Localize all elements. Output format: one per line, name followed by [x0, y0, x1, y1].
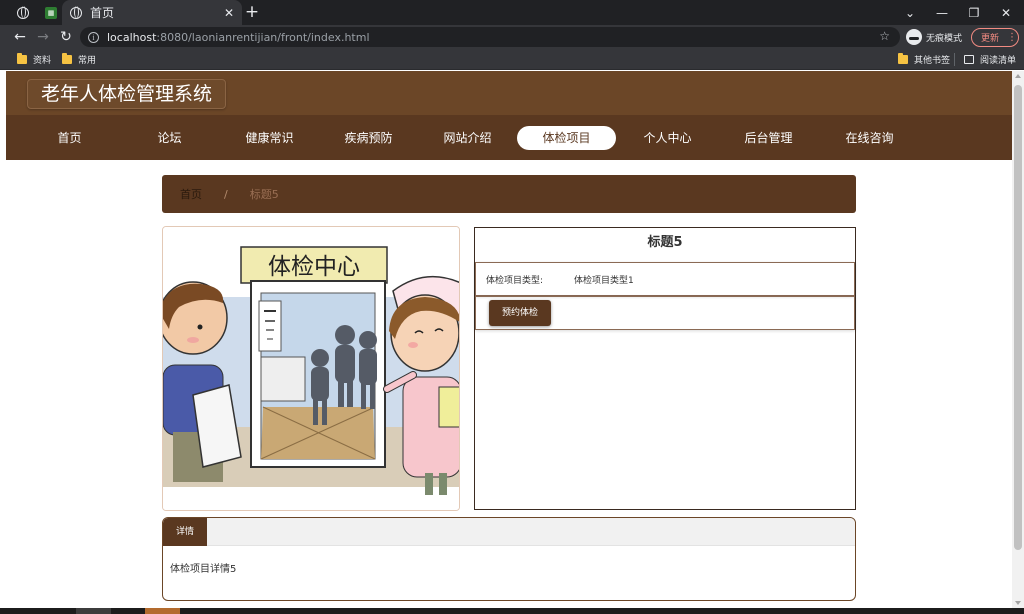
nav-item-forum[interactable]: 论坛	[120, 126, 219, 150]
incognito-icon	[906, 29, 922, 45]
site-title: 老年人体检管理系统	[27, 79, 227, 109]
bookmarks-bar: 资料 常用 其他书签 阅读清单	[0, 49, 1024, 70]
scrollbar-thumb[interactable]	[1014, 85, 1022, 550]
active-tab[interactable]: 首页 ✕	[62, 0, 242, 25]
breadcrumb-separator: /	[224, 187, 228, 201]
bookmark-folder-changyong[interactable]: 常用	[62, 49, 96, 70]
tab-title: 首页	[90, 6, 115, 20]
nav-item-health-knowledge[interactable]: 健康常识	[220, 126, 319, 150]
sign-text: 体检中心	[268, 254, 360, 280]
action-row: 预约体检	[475, 296, 855, 330]
scroll-up-arrow-icon[interactable]	[1015, 74, 1021, 78]
os-taskbar	[0, 608, 1024, 614]
incognito-indicator[interactable]: 无痕模式	[906, 28, 962, 46]
app-icon: ▦	[45, 6, 57, 19]
site-header: 老年人体检管理系统	[6, 71, 1012, 115]
nav-item-admin[interactable]: 后台管理	[719, 126, 818, 150]
forward-button[interactable]: →	[33, 25, 53, 49]
tab-search-chevron-icon[interactable]: ⌄	[894, 0, 926, 25]
other-bookmarks[interactable]: 其他书签	[898, 49, 950, 70]
bookmark-star-icon[interactable]: ☆	[879, 29, 890, 43]
nav-item-personal-center[interactable]: 个人中心	[618, 126, 717, 150]
breadcrumb-home[interactable]: 首页	[180, 186, 202, 202]
taskbar-item[interactable]	[76, 608, 111, 614]
info-icon[interactable]: i	[88, 31, 99, 43]
site-nav: 首页 论坛 健康常识 疾病预防 网站介绍 体检项目 个人中心 后台管理 在线咨询	[6, 115, 1012, 160]
tab-favicon-globe[interactable]	[8, 0, 38, 25]
browser-tab-bar: ▦ 首页 ✕ + ⌄ — ❐ ✕	[0, 0, 1024, 25]
reading-list[interactable]: 阅读清单	[964, 49, 1016, 70]
close-tab-icon[interactable]: ✕	[224, 6, 234, 20]
page-scrollbar[interactable]	[1012, 71, 1024, 608]
browser-toolbar: ← → ↻ i localhost:8080/laonianrentijian/…	[0, 25, 1024, 49]
page-viewport: 老年人体检管理系统 首页 论坛 健康常识 疾病预防 网站介绍 体检项目 个人中心…	[6, 71, 1012, 608]
book-exam-button[interactable]: 预约体检	[489, 300, 552, 326]
exam-type-value: 体检项目类型1	[574, 275, 634, 286]
bookmark-folder-ziliao[interactable]: 资料	[17, 49, 51, 70]
bookmark-separator	[954, 53, 955, 66]
minimize-button[interactable]: —	[926, 0, 958, 25]
nav-item-site-intro[interactable]: 网站介绍	[418, 126, 517, 150]
restore-button[interactable]: ❐	[958, 0, 990, 25]
exam-type-label: 体检项目类型:	[486, 275, 544, 286]
nav-item-exam-items[interactable]: 体检项目	[517, 126, 616, 150]
breadcrumb-current: 标题5	[249, 188, 279, 201]
breadcrumb: 首页 / 标题5	[162, 175, 856, 213]
exam-item-detail-panel: 标题5 体检项目类型: 体检项目类型1 预约体检	[474, 227, 856, 510]
folder-icon	[17, 53, 27, 64]
reading-list-icon	[964, 55, 974, 64]
exam-item-image: 体检中心	[162, 226, 460, 511]
close-window-button[interactable]: ✕	[990, 0, 1022, 25]
url-text[interactable]: localhost:8080/laonianrentijian/front/in…	[107, 31, 370, 44]
nav-item-home[interactable]: 首页	[20, 126, 119, 150]
back-button[interactable]: ←	[10, 25, 30, 49]
globe-icon	[17, 6, 29, 19]
address-bar[interactable]: i localhost:8080/laonianrentijian/front/…	[80, 27, 900, 47]
update-button[interactable]: 更新 ⋮	[971, 28, 1019, 47]
tab-details[interactable]: 详情	[163, 518, 208, 546]
nav-item-disease-prevention[interactable]: 疾病预防	[319, 126, 418, 150]
description-tab-bar: 详情	[163, 518, 855, 546]
detail-title: 标题5	[647, 235, 683, 250]
globe-icon	[70, 6, 82, 19]
taskbar-item[interactable]	[145, 608, 180, 614]
nav-item-online-consult[interactable]: 在线咨询	[820, 126, 919, 150]
folder-icon	[62, 53, 72, 64]
health-center-illustration: 体检中心	[163, 227, 459, 510]
scroll-down-arrow-icon[interactable]	[1015, 601, 1021, 605]
description-content: 体检项目详情5	[170, 564, 237, 575]
reload-button[interactable]: ↻	[56, 25, 76, 49]
folder-icon	[898, 53, 908, 64]
exam-type-row: 体检项目类型: 体检项目类型1	[475, 262, 855, 296]
new-tab-button[interactable]: +	[244, 0, 260, 25]
menu-dots-icon: ⋮	[1007, 32, 1018, 43]
description-panel: 详情 体检项目详情5	[162, 517, 856, 601]
